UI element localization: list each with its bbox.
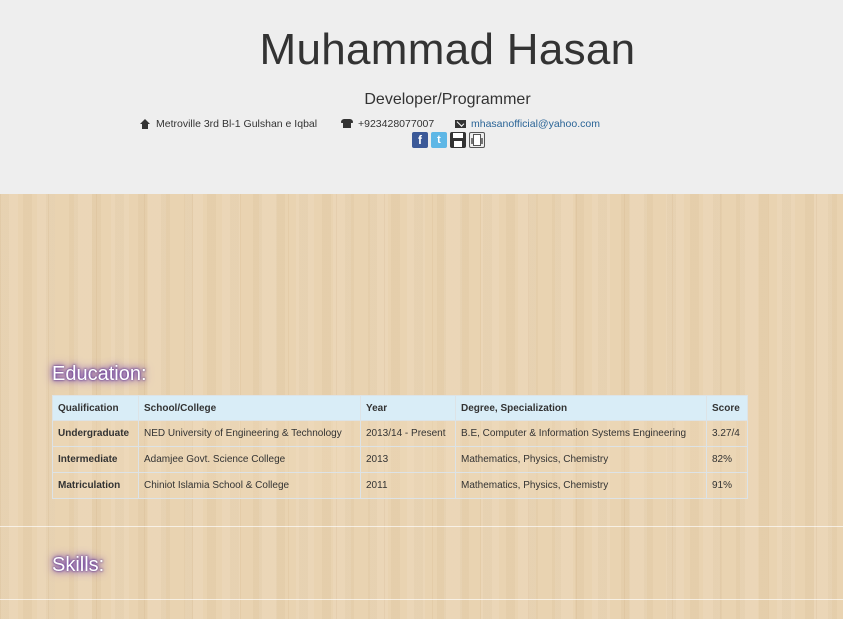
cell-degree: Mathematics, Physics, Chemistry xyxy=(455,472,707,499)
col-qualification: Qualification xyxy=(52,395,139,421)
save-icon[interactable] xyxy=(450,132,466,148)
envelope-icon xyxy=(455,119,466,128)
table-row: Undergraduate NED University of Engineer… xyxy=(52,420,748,447)
twitter-icon[interactable]: t xyxy=(431,132,447,148)
cell-school: NED University of Engineering & Technolo… xyxy=(138,420,361,447)
section-divider xyxy=(0,526,843,527)
cell-school: Chiniot Islamia School & College xyxy=(138,472,361,499)
cell-year: 2011 xyxy=(360,472,456,499)
address: Metroville 3rd Bl-1 Gulshan e Iqbal xyxy=(139,117,317,130)
col-school: School/College xyxy=(138,395,361,421)
cell-qualification: Intermediate xyxy=(52,446,139,473)
phone: +923428077007 xyxy=(341,117,434,130)
col-year: Year xyxy=(360,395,456,421)
cell-score: 91% xyxy=(706,472,748,499)
phone-icon xyxy=(341,119,353,128)
social-icons: f t xyxy=(412,132,485,148)
facebook-icon[interactable]: f xyxy=(412,132,428,148)
table-header-row: Qualification School/College Year Degree… xyxy=(52,395,748,421)
cell-qualification: Undergraduate xyxy=(52,420,139,447)
section-divider xyxy=(0,599,843,600)
profile-role: Developer/Programmer xyxy=(364,91,531,108)
education-table: Qualification School/College Year Degree… xyxy=(52,395,748,499)
education-title: Education: xyxy=(52,363,147,385)
cell-year: 2013/14 - Present xyxy=(360,420,456,447)
cell-degree: Mathematics, Physics, Chemistry xyxy=(455,446,707,473)
email: mhasanofficial@yahoo.com xyxy=(455,117,600,130)
home-icon xyxy=(139,118,151,129)
table-row: Matriculation Chiniot Islamia School & C… xyxy=(52,472,748,499)
cell-school: Adamjee Govt. Science College xyxy=(138,446,361,473)
cell-degree: B.E, Computer & Information Systems Engi… xyxy=(455,420,707,447)
col-score: Score xyxy=(706,395,748,421)
cell-qualification: Matriculation xyxy=(52,472,139,499)
cell-score: 82% xyxy=(706,446,748,473)
header: Muhammad Hasan Developer/Programmer Metr… xyxy=(0,0,843,194)
print-icon[interactable] xyxy=(469,132,485,148)
table-row: Intermediate Adamjee Govt. Science Colle… xyxy=(52,446,748,473)
col-degree: Degree, Specialization xyxy=(455,395,707,421)
cell-score: 3.27/4 xyxy=(706,420,748,447)
email-link[interactable]: mhasanofficial@yahoo.com xyxy=(471,118,600,130)
skills-title: Skills: xyxy=(52,554,105,576)
address-text: Metroville 3rd Bl-1 Gulshan e Iqbal xyxy=(156,117,318,130)
profile-name: Muhammad Hasan xyxy=(259,25,636,74)
phone-text: +923428077007 xyxy=(358,117,435,130)
cell-year: 2013 xyxy=(360,446,456,473)
